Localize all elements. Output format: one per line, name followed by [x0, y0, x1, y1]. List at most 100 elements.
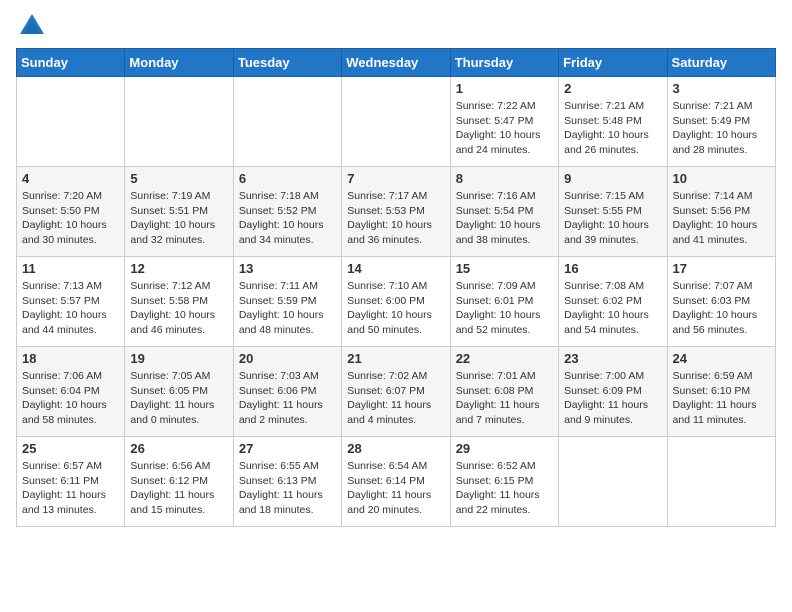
calendar-cell: 1 Sunrise: 7:22 AM Sunset: 5:47 PM Daylig…	[450, 77, 558, 167]
calendar-cell	[125, 77, 233, 167]
calendar-cell: 21 Sunrise: 7:02 AM Sunset: 6:07 PM Dayli…	[342, 347, 450, 437]
cell-content: Sunrise: 7:02 AM Sunset: 6:07 PM Dayligh…	[347, 369, 444, 428]
cell-content: Sunrise: 7:22 AM Sunset: 5:47 PM Dayligh…	[456, 99, 553, 158]
day-number: 3	[673, 81, 770, 96]
calendar-cell: 16Sunrise: 7:08 AM Sunset: 6:02 PM Dayli…	[559, 257, 667, 347]
day-number: 11	[22, 261, 119, 276]
calendar-cell: 5 Sunrise: 7:19 AM Sunset: 5:51 PM Daylig…	[125, 167, 233, 257]
calendar-cell: 12 Sunrise: 7:12 AM Sunset: 5:58 PM Dayli…	[125, 257, 233, 347]
calendar-cell: 2 Sunrise: 7:21 AM Sunset: 5:48 PM Daylig…	[559, 77, 667, 167]
cell-content: Sunrise: 6:56 AM Sunset: 6:12 PM Dayligh…	[130, 459, 227, 518]
calendar-week-row: 4 Sunrise: 7:20 AM Sunset: 5:50 PM Daylig…	[17, 167, 776, 257]
cell-content: Sunrise: 7:10 AM Sunset: 6:00 PM Dayligh…	[347, 279, 444, 338]
cell-content: Sunrise: 7:16 AM Sunset: 5:54 PM Dayligh…	[456, 189, 553, 248]
day-number: 9	[564, 171, 661, 186]
calendar-cell: 3 Sunrise: 7:21 AM Sunset: 5:49 PM Daylig…	[667, 77, 775, 167]
day-number: 16	[564, 261, 661, 276]
cell-content: Sunrise: 7:21 AM Sunset: 5:49 PM Dayligh…	[673, 99, 770, 158]
cell-content: Sunrise: 7:19 AM Sunset: 5:51 PM Dayligh…	[130, 189, 227, 248]
calendar-cell: 29 Sunrise: 6:52 AM Sunset: 6:15 PM Dayli…	[450, 437, 558, 527]
cell-content: Sunrise: 7:09 AM Sunset: 6:01 PM Dayligh…	[456, 279, 553, 338]
calendar-cell: 8Sunrise: 7:16 AM Sunset: 5:54 PM Daylig…	[450, 167, 558, 257]
cell-content: Sunrise: 7:12 AM Sunset: 5:58 PM Dayligh…	[130, 279, 227, 338]
calendar-cell: 9 Sunrise: 7:15 AM Sunset: 5:55 PM Daylig…	[559, 167, 667, 257]
day-number: 1	[456, 81, 553, 96]
day-number: 26	[130, 441, 227, 456]
day-number: 17	[673, 261, 770, 276]
logo	[16, 16, 46, 40]
calendar-week-row: 25 Sunrise: 6:57 AM Sunset: 6:11 PM Dayli…	[17, 437, 776, 527]
calendar-cell: 26 Sunrise: 6:56 AM Sunset: 6:12 PM Dayli…	[125, 437, 233, 527]
calendar-table: SundayMondayTuesdayWednesdayThursdayFrid…	[16, 48, 776, 527]
day-number: 21	[347, 351, 444, 366]
day-number: 6	[239, 171, 336, 186]
cell-content: Sunrise: 7:11 AM Sunset: 5:59 PM Dayligh…	[239, 279, 336, 338]
cell-content: Sunrise: 7:18 AM Sunset: 5:52 PM Dayligh…	[239, 189, 336, 248]
calendar-header-row: SundayMondayTuesdayWednesdayThursdayFrid…	[17, 49, 776, 77]
cell-content: Sunrise: 7:03 AM Sunset: 6:06 PM Dayligh…	[239, 369, 336, 428]
day-number: 29	[456, 441, 553, 456]
cell-content: Sunrise: 7:13 AM Sunset: 5:57 PM Dayligh…	[22, 279, 119, 338]
day-number: 28	[347, 441, 444, 456]
cell-content: Sunrise: 6:54 AM Sunset: 6:14 PM Dayligh…	[347, 459, 444, 518]
calendar-header-tuesday: Tuesday	[233, 49, 341, 77]
cell-content: Sunrise: 7:17 AM Sunset: 5:53 PM Dayligh…	[347, 189, 444, 248]
cell-content: Sunrise: 7:00 AM Sunset: 6:09 PM Dayligh…	[564, 369, 661, 428]
calendar-cell	[233, 77, 341, 167]
day-number: 14	[347, 261, 444, 276]
calendar-cell: 25 Sunrise: 6:57 AM Sunset: 6:11 PM Dayli…	[17, 437, 125, 527]
calendar-cell: 24Sunrise: 6:59 AM Sunset: 6:10 PM Dayli…	[667, 347, 775, 437]
calendar-header-monday: Monday	[125, 49, 233, 77]
calendar-cell: 20 Sunrise: 7:03 AM Sunset: 6:06 PM Dayli…	[233, 347, 341, 437]
cell-content: Sunrise: 7:15 AM Sunset: 5:55 PM Dayligh…	[564, 189, 661, 248]
day-number: 5	[130, 171, 227, 186]
day-number: 7	[347, 171, 444, 186]
cell-content: Sunrise: 7:06 AM Sunset: 6:04 PM Dayligh…	[22, 369, 119, 428]
cell-content: Sunrise: 6:52 AM Sunset: 6:15 PM Dayligh…	[456, 459, 553, 518]
calendar-cell	[667, 437, 775, 527]
day-number: 27	[239, 441, 336, 456]
cell-content: Sunrise: 6:57 AM Sunset: 6:11 PM Dayligh…	[22, 459, 119, 518]
calendar-cell: 23 Sunrise: 7:00 AM Sunset: 6:09 PM Dayli…	[559, 347, 667, 437]
logo-icon	[18, 12, 46, 40]
cell-content: Sunrise: 6:55 AM Sunset: 6:13 PM Dayligh…	[239, 459, 336, 518]
calendar-header-sunday: Sunday	[17, 49, 125, 77]
day-number: 22	[456, 351, 553, 366]
day-number: 18	[22, 351, 119, 366]
day-number: 20	[239, 351, 336, 366]
calendar-cell	[559, 437, 667, 527]
day-number: 4	[22, 171, 119, 186]
day-number: 13	[239, 261, 336, 276]
cell-content: Sunrise: 7:07 AM Sunset: 6:03 PM Dayligh…	[673, 279, 770, 338]
header	[16, 16, 776, 40]
day-number: 25	[22, 441, 119, 456]
day-number: 10	[673, 171, 770, 186]
cell-content: Sunrise: 7:20 AM Sunset: 5:50 PM Dayligh…	[22, 189, 119, 248]
cell-content: Sunrise: 6:59 AM Sunset: 6:10 PM Dayligh…	[673, 369, 770, 428]
calendar-cell: 27 Sunrise: 6:55 AM Sunset: 6:13 PM Dayli…	[233, 437, 341, 527]
calendar-cell: 28 Sunrise: 6:54 AM Sunset: 6:14 PM Dayli…	[342, 437, 450, 527]
calendar-cell: 7 Sunrise: 7:17 AM Sunset: 5:53 PM Daylig…	[342, 167, 450, 257]
calendar-week-row: 1 Sunrise: 7:22 AM Sunset: 5:47 PM Daylig…	[17, 77, 776, 167]
calendar-week-row: 18 Sunrise: 7:06 AM Sunset: 6:04 PM Dayli…	[17, 347, 776, 437]
calendar-header-saturday: Saturday	[667, 49, 775, 77]
day-number: 12	[130, 261, 227, 276]
calendar-cell: 22 Sunrise: 7:01 AM Sunset: 6:08 PM Dayli…	[450, 347, 558, 437]
calendar-cell	[342, 77, 450, 167]
calendar-cell: 6 Sunrise: 7:18 AM Sunset: 5:52 PM Daylig…	[233, 167, 341, 257]
day-number: 19	[130, 351, 227, 366]
calendar-cell	[17, 77, 125, 167]
calendar-cell: 4 Sunrise: 7:20 AM Sunset: 5:50 PM Daylig…	[17, 167, 125, 257]
calendar-cell: 19Sunrise: 7:05 AM Sunset: 6:05 PM Dayli…	[125, 347, 233, 437]
cell-content: Sunrise: 7:01 AM Sunset: 6:08 PM Dayligh…	[456, 369, 553, 428]
calendar-cell: 17 Sunrise: 7:07 AM Sunset: 6:03 PM Dayli…	[667, 257, 775, 347]
day-number: 2	[564, 81, 661, 96]
calendar-cell: 10 Sunrise: 7:14 AM Sunset: 5:56 PM Dayli…	[667, 167, 775, 257]
day-number: 15	[456, 261, 553, 276]
calendar-cell: 15 Sunrise: 7:09 AM Sunset: 6:01 PM Dayli…	[450, 257, 558, 347]
calendar-cell: 11 Sunrise: 7:13 AM Sunset: 5:57 PM Dayli…	[17, 257, 125, 347]
calendar-cell: 13 Sunrise: 7:11 AM Sunset: 5:59 PM Dayli…	[233, 257, 341, 347]
cell-content: Sunrise: 7:14 AM Sunset: 5:56 PM Dayligh…	[673, 189, 770, 248]
day-number: 23	[564, 351, 661, 366]
cell-content: Sunrise: 7:21 AM Sunset: 5:48 PM Dayligh…	[564, 99, 661, 158]
